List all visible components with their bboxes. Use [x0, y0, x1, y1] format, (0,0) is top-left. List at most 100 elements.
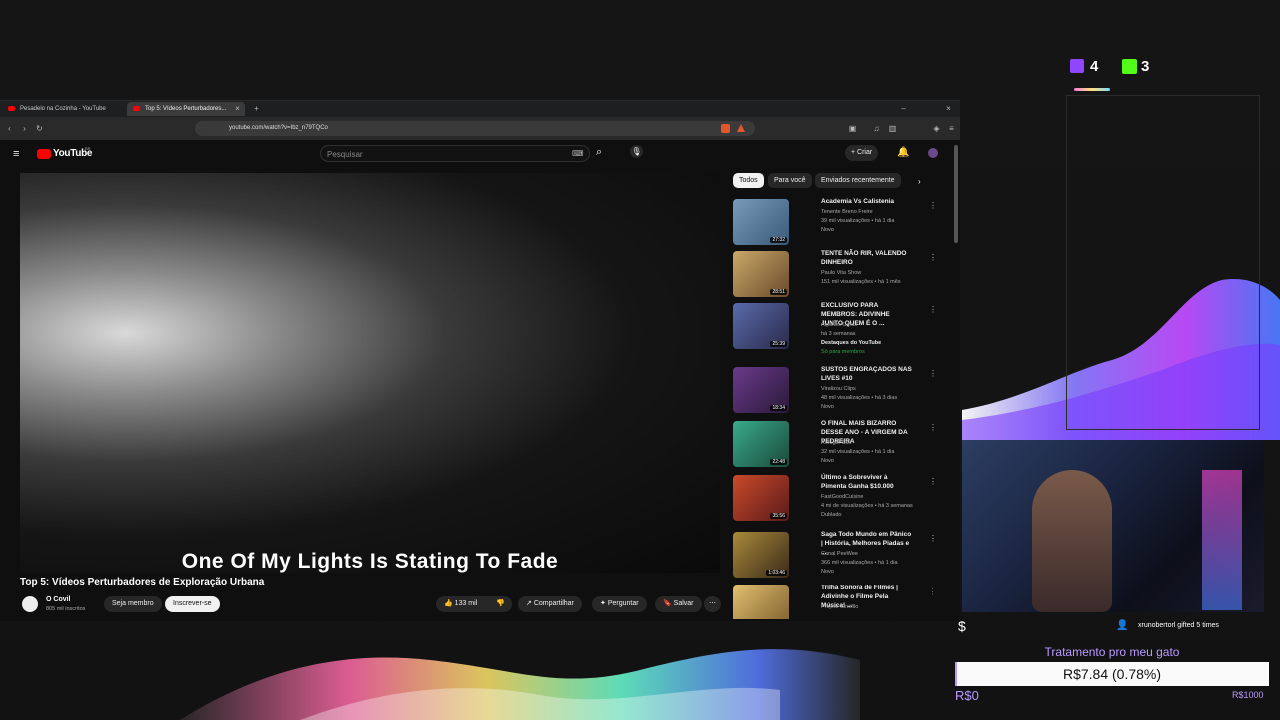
more-options-icon[interactable]: ⋮ — [929, 201, 937, 210]
video-thumbnail[interactable]: 25:39 — [733, 303, 789, 349]
video-meta: 151 mil visualizações • há 1 mês — [821, 279, 901, 285]
save-button[interactable]: 🔖 Salvar — [655, 596, 702, 612]
chip-for-you[interactable]: Para você — [768, 173, 812, 188]
channel-name[interactable]: Viralizou Clips — [821, 386, 856, 392]
reload-icon[interactable]: ↻ — [35, 124, 44, 133]
video-thumbnail[interactable]: 27:32 — [733, 199, 789, 245]
more-options-icon[interactable]: ⋮ — [929, 477, 937, 486]
goal-title: Tratamento pro meu gato — [1044, 645, 1180, 659]
list-item[interactable]: Trilha Sonora de Filmes | Adivinhe o Fil… — [733, 585, 933, 619]
channel-name[interactable]: Paulo Vita Show — [821, 270, 861, 276]
video-thumbnail[interactable] — [733, 585, 789, 619]
twitch-viewer-count: 4 — [1090, 58, 1099, 75]
more-actions-button[interactable]: ⋯ — [704, 596, 721, 612]
brave-shield-icon[interactable] — [721, 124, 730, 133]
share-button[interactable]: ↗ Compartilhar — [518, 596, 582, 612]
video-thumbnail[interactable]: 28:51 — [733, 251, 789, 297]
video-thumbnail[interactable]: 18:34 — [733, 367, 789, 413]
more-options-icon[interactable]: ⋮ — [929, 534, 937, 543]
more-options-icon[interactable]: ⋮ — [929, 587, 933, 596]
minimize-icon[interactable]: – — [899, 104, 908, 113]
tab-top5[interactable]: Top 5: Vídeos Perturbadores... — [127, 102, 245, 116]
brave-rewards-icon[interactable] — [737, 124, 745, 132]
avatar[interactable] — [928, 148, 938, 158]
video-thumbnail[interactable]: 1:03:46 — [733, 532, 789, 578]
microphone-icon[interactable]: 🎙 — [630, 145, 643, 158]
hamburger-menu-icon[interactable]: ≡ — [13, 148, 19, 160]
forward-icon[interactable]: › — [20, 124, 29, 133]
close-window-icon[interactable]: × — [944, 104, 953, 113]
extension-icon[interactable]: ▣ — [848, 124, 857, 133]
video-title-link[interactable]: SUSTOS ENGRAÇADOS NAS LIVES #10 — [821, 365, 913, 383]
menu-icon[interactable]: ≡ — [947, 124, 956, 133]
close-tab-icon[interactable]: × — [233, 104, 242, 113]
browser-window: Pesadelo na Cozinha - YouTube Top 5: Víd… — [0, 100, 960, 621]
more-options-icon[interactable]: ⋮ — [929, 369, 937, 378]
new-tab-icon[interactable]: + — [252, 104, 261, 113]
list-item[interactable]: 25:39 EXCLUSIVO PARA MEMBROS: ADIVINHE J… — [733, 302, 937, 355]
chip-all[interactable]: Todos — [733, 173, 764, 188]
webcam-feed — [962, 440, 1264, 612]
featured-badge: Destaques do YouTube — [821, 340, 882, 346]
dubbed-badge: Dublado — [821, 512, 842, 518]
channel-name[interactable]: Aqueles Caras — [821, 322, 857, 328]
video-meta: 366 mil visualizações • há 1 dia — [821, 560, 898, 566]
channel-name[interactable]: FastGoodCuisine — [821, 494, 864, 500]
list-item[interactable]: 28:51 TENTE NÃO RIR, VALENDO DINHEIRO Pa… — [733, 249, 937, 301]
video-title-link[interactable]: Último a Sobreviver à Pimenta Ganha $10.… — [821, 473, 913, 491]
vpn-icon[interactable]: ◈ — [932, 124, 941, 133]
tab-label: Pesadelo na Cozinha - YouTube — [20, 106, 106, 112]
search-input[interactable]: Pesquisar — [320, 145, 590, 162]
chevron-right-icon[interactable]: › — [918, 177, 921, 186]
more-icon: ⋯ — [709, 600, 716, 607]
more-options-icon[interactable]: ⋮ — [929, 253, 937, 262]
chip-recent[interactable]: Enviados recentemente — [815, 173, 901, 188]
subscribe-button[interactable]: Inscrever-se — [165, 596, 220, 612]
list-item[interactable]: 1:03:46 Saga Todo Mundo em Pânico | Hist… — [733, 531, 937, 582]
youtube-header: ≡ YouTube BR Pesquisar ⌨ ⌕ 🎙 + Criar 🔔 — [0, 140, 960, 168]
youtube-region: BR — [85, 146, 91, 151]
thumbs-down-icon[interactable]: 👎 — [496, 596, 505, 612]
tab-pesadelo[interactable]: Pesadelo na Cozinha - YouTube — [2, 102, 124, 116]
thumbs-up-icon: 👍 — [444, 600, 455, 607]
video-duration: 18:34 — [770, 405, 787, 411]
video-thumbnail[interactable]: 35:56 — [733, 475, 789, 521]
video-title-link[interactable]: TENTE NÃO RIR, VALENDO DINHEIRO — [821, 249, 913, 267]
video-subtitle: One Of My Lights Is Stating To Fade — [181, 550, 559, 573]
list-item[interactable]: 35:56 Último a Sobreviver à Pimenta Ganh… — [733, 473, 937, 525]
youtube-logo-icon[interactable] — [37, 149, 51, 159]
channel-name[interactable]: Canal PeeWee — [821, 551, 858, 557]
ask-button[interactable]: ✦ Perguntar — [592, 596, 647, 612]
list-item[interactable]: 18:34 SUSTOS ENGRAÇADOS NAS LIVES #10 Vi… — [733, 365, 937, 417]
notifications-bell-icon[interactable]: 🔔 — [897, 147, 909, 158]
video-player[interactable]: One Of My Lights Is Stating To Fade — [20, 173, 720, 573]
video-meta: 39 mil visualizações • há 1 dia — [821, 218, 895, 224]
like-dislike-button[interactable]: 👍 133 mil 👎 — [436, 596, 512, 612]
youtube-favicon-icon — [133, 106, 140, 111]
channel-name[interactable]: Refúgio Cult — [821, 440, 851, 446]
streamer-figure — [1032, 470, 1112, 612]
search-icon[interactable]: ⌕ — [596, 146, 602, 159]
goal-progress-bar: R$7.84 (0.78%) — [955, 662, 1269, 686]
media-icon[interactable]: ♫ — [872, 124, 881, 133]
channel-name[interactable]: Projeto Cinéfilo — [821, 604, 858, 610]
url-text: youtube.com/watch?v=Ibz_n79TQCo — [229, 125, 328, 131]
video-title-link[interactable]: Academia Vs Calistenia — [821, 197, 913, 206]
back-icon[interactable]: ‹ — [5, 124, 14, 133]
list-item[interactable]: 22:48 O FINAL MAIS BIZARRO DESSE ANO - A… — [733, 420, 937, 471]
page-scrollbar[interactable] — [954, 145, 958, 243]
keyboard-icon[interactable]: ⌨ — [572, 149, 584, 158]
url-field[interactable]: youtube.com/watch?v=Ibz_n79TQCo — [195, 121, 755, 136]
sidebar-icon[interactable]: ▥ — [888, 124, 897, 133]
join-button[interactable]: Seja membro — [104, 596, 162, 612]
video-thumbnail[interactable]: 22:48 — [733, 421, 789, 467]
more-options-icon[interactable]: ⋮ — [929, 423, 937, 432]
search-placeholder: Pesquisar — [327, 150, 363, 159]
ask-label: Perguntar — [607, 600, 639, 607]
channel-name[interactable]: O Covil — [46, 596, 71, 603]
list-item[interactable]: 27:32 Academia Vs Calistenia Tenente Bre… — [733, 197, 937, 249]
create-button[interactable]: + Criar — [845, 145, 879, 161]
channel-avatar[interactable] — [22, 596, 38, 612]
more-options-icon[interactable]: ⋮ — [929, 305, 937, 314]
channel-name[interactable]: Tenente Breno Freire — [821, 209, 873, 215]
